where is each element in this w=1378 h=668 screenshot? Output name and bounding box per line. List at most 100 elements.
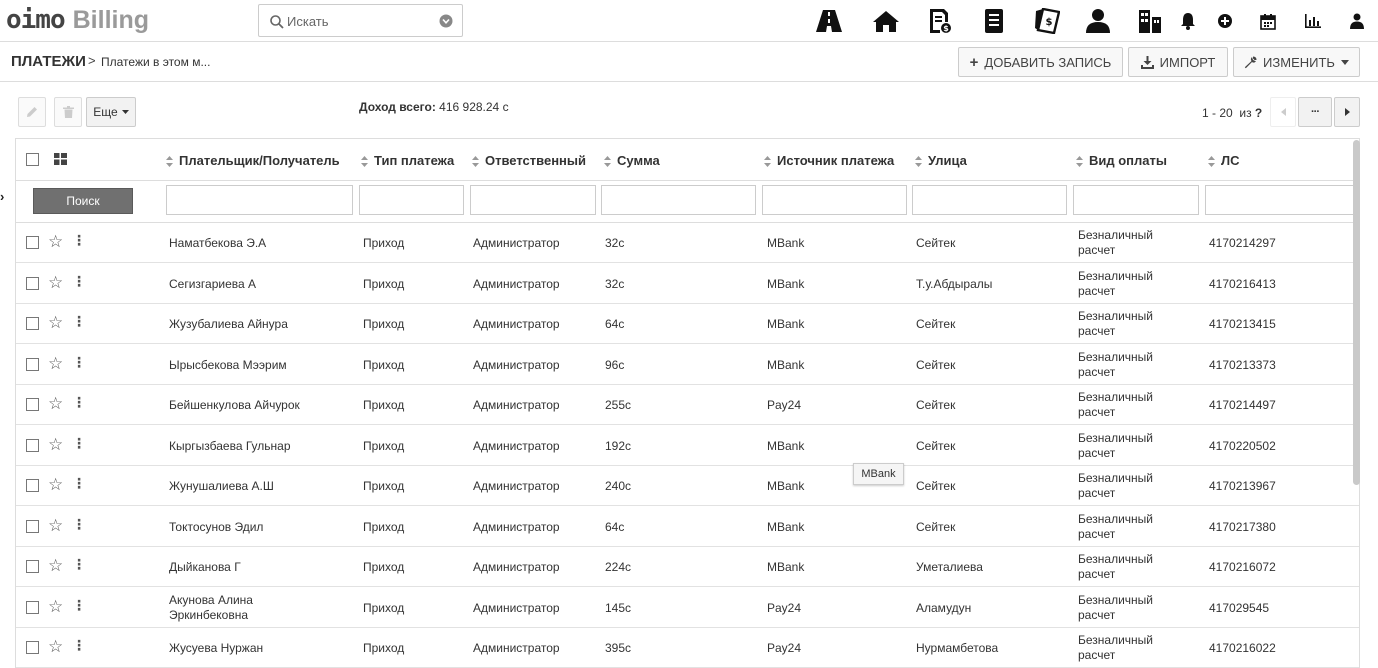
row-menu-icon[interactable]: ⋮ xyxy=(72,395,86,409)
star-icon[interactable]: ☆ xyxy=(48,637,63,657)
row-menu-icon[interactable]: ⋮ xyxy=(72,638,86,652)
table-row[interactable]: ☆ ⋮ Жунушалиева А.Ш Приход Администратор 240с… xyxy=(16,466,1359,506)
filter-input-source[interactable] xyxy=(762,185,907,215)
col-header-type[interactable]: Тип платежа xyxy=(361,153,454,168)
row-menu-icon[interactable]: ⋮ xyxy=(72,314,86,328)
star-icon[interactable]: ☆ xyxy=(48,232,63,252)
global-search[interactable] xyxy=(258,4,463,37)
filter-input-street[interactable] xyxy=(912,185,1067,215)
cell-account[interactable]: 4170213967 xyxy=(1209,479,1276,494)
address-book-icon[interactable] xyxy=(981,8,1007,34)
row-checkbox[interactable] xyxy=(26,479,39,492)
row-menu-icon[interactable]: ⋮ xyxy=(72,274,86,288)
filter-input-account[interactable] xyxy=(1205,185,1359,215)
more-dropdown-button[interactable]: Еще xyxy=(86,97,136,127)
filter-input-type[interactable] xyxy=(359,185,464,215)
row-checkbox[interactable] xyxy=(26,438,39,452)
cell-payer[interactable]: Наматбекова Э.А xyxy=(169,236,266,251)
delete-row-button[interactable] xyxy=(54,97,82,127)
col-header-responsible[interactable]: Ответственный xyxy=(472,153,586,168)
cell-payer[interactable]: Акунова Алина Эркинбековна xyxy=(169,593,253,623)
home-icon[interactable] xyxy=(870,8,902,34)
row-menu-icon[interactable]: ⋮ xyxy=(72,476,86,490)
col-header-account[interactable]: ЛС xyxy=(1208,153,1240,168)
filter-input-sum[interactable] xyxy=(601,185,756,215)
col-header-payer[interactable]: Плательщик/Получатель xyxy=(166,153,340,168)
select-all-checkbox[interactable] xyxy=(26,153,39,166)
row-checkbox[interactable] xyxy=(26,276,39,290)
row-checkbox[interactable] xyxy=(26,317,39,330)
star-icon[interactable]: ☆ xyxy=(48,516,63,536)
row-checkbox[interactable] xyxy=(26,560,39,573)
pager-total[interactable]: ? xyxy=(1255,106,1262,120)
table-row[interactable]: ☆ ⋮ Бейшенкулова Айчурок Приход Администрато… xyxy=(16,385,1359,425)
star-icon[interactable]: ☆ xyxy=(48,354,63,374)
breadcrumb-root[interactable]: ПЛАТЕЖИ xyxy=(11,53,86,70)
star-icon[interactable]: ☆ xyxy=(48,597,63,617)
col-header-payment-kind[interactable]: Вид оплаты xyxy=(1076,153,1167,168)
bell-icon[interactable] xyxy=(1178,8,1198,34)
row-checkbox[interactable] xyxy=(26,398,39,411)
breadcrumb-current[interactable]: Платежи в этом м... xyxy=(101,55,210,69)
star-icon[interactable]: ☆ xyxy=(48,394,63,414)
table-row[interactable]: ☆ ⋮ Токтосунов Эдил Приход Администратор 64с M… xyxy=(16,507,1359,547)
buildings-icon[interactable] xyxy=(1136,8,1164,34)
edit-row-button[interactable] xyxy=(18,97,46,127)
table-row[interactable]: ☆ ⋮ Наматбекова Э.А Приход Администратор 32с M… xyxy=(16,223,1359,263)
row-checkbox[interactable] xyxy=(26,641,39,654)
row-menu-icon[interactable]: ⋮ xyxy=(72,598,86,612)
cell-payer[interactable]: Дыйканова Г xyxy=(169,560,241,575)
edit-dropdown-button[interactable]: ИЗМЕНИТЬ xyxy=(1233,47,1360,77)
bar-chart-icon[interactable] xyxy=(1302,8,1324,34)
add-record-button[interactable]: + ДОБАВИТЬ ЗАПИСЬ xyxy=(958,47,1123,77)
page-options-button[interactable]: ··· xyxy=(1298,97,1332,127)
cell-payer[interactable]: Кыргызбаева Гульнар xyxy=(169,439,291,454)
cell-payer[interactable]: Жунушалиева А.Ш xyxy=(169,479,274,494)
cell-account[interactable]: 4170216072 xyxy=(1209,560,1276,575)
plus-circle-icon[interactable] xyxy=(1215,8,1235,34)
filter-input-responsible[interactable] xyxy=(470,185,596,215)
row-menu-icon[interactable]: ⋮ xyxy=(72,517,86,531)
row-checkbox[interactable] xyxy=(26,600,39,614)
cell-payer[interactable]: Жузубалиева Айнура xyxy=(169,317,288,332)
star-icon[interactable]: ☆ xyxy=(48,435,63,455)
cell-payer[interactable]: Жусуева Нуржан xyxy=(169,641,263,656)
road-icon[interactable] xyxy=(813,8,845,34)
search-input[interactable] xyxy=(287,11,437,31)
table-scrollbar[interactable] xyxy=(1353,140,1360,485)
table-row[interactable]: ☆ ⋮ Акунова Алина Эркинбековна Приход Админис… xyxy=(16,588,1359,628)
row-checkbox[interactable] xyxy=(26,357,39,371)
user-menu-icon[interactable] xyxy=(1347,8,1367,34)
app-logo[interactable]: oimo Billing xyxy=(6,5,149,35)
star-icon[interactable]: ☆ xyxy=(48,556,63,576)
payments-icon[interactable]: $ xyxy=(1033,8,1061,34)
col-header-source[interactable]: Источник платежа xyxy=(764,153,894,168)
row-checkbox[interactable] xyxy=(26,519,39,533)
user-icon[interactable] xyxy=(1084,8,1112,34)
cell-account[interactable]: 4170214297 xyxy=(1209,236,1276,251)
table-row[interactable]: ☆ ⋮ Кыргызбаева Гульнар Приход Администратор… xyxy=(16,426,1359,466)
filter-input-payment-kind[interactable] xyxy=(1073,185,1199,215)
cell-payer[interactable]: Ырысбекова Мээрим xyxy=(169,358,287,373)
table-row[interactable]: ☆ ⋮ Сегизгариева А Приход Администратор 32с MB… xyxy=(16,264,1359,304)
cell-account[interactable]: 4170217380 xyxy=(1209,520,1276,535)
star-icon[interactable]: ☆ xyxy=(48,475,63,495)
sidebar-expand-icon[interactable]: › xyxy=(0,189,10,211)
cell-payer[interactable]: Токтосунов Эдил xyxy=(169,520,263,535)
cell-account[interactable]: 4170213415 xyxy=(1209,317,1276,332)
cell-account[interactable]: 4170213373 xyxy=(1209,358,1276,373)
next-page-button[interactable] xyxy=(1334,97,1360,127)
filter-input-payer[interactable] xyxy=(166,185,353,215)
col-header-sum[interactable]: Сумма xyxy=(604,153,660,168)
col-header-street[interactable]: Улица xyxy=(915,153,967,168)
row-checkbox[interactable] xyxy=(26,236,39,249)
table-row[interactable]: ☆ ⋮ Жузубалиева Айнура Приход Администратор 6… xyxy=(16,304,1359,344)
table-row[interactable]: ☆ ⋮ Дыйканова Г Приход Администратор 224с MBan… xyxy=(16,547,1359,587)
row-menu-icon[interactable]: ⋮ xyxy=(72,355,86,369)
cell-account[interactable]: 4170216022 xyxy=(1209,641,1276,656)
star-icon[interactable]: ☆ xyxy=(48,273,63,293)
cell-account[interactable]: 417029545 xyxy=(1209,601,1269,616)
invoice-icon[interactable]: $ xyxy=(926,8,954,34)
calendar-icon[interactable] xyxy=(1258,8,1278,34)
prev-page-button[interactable] xyxy=(1270,97,1296,127)
